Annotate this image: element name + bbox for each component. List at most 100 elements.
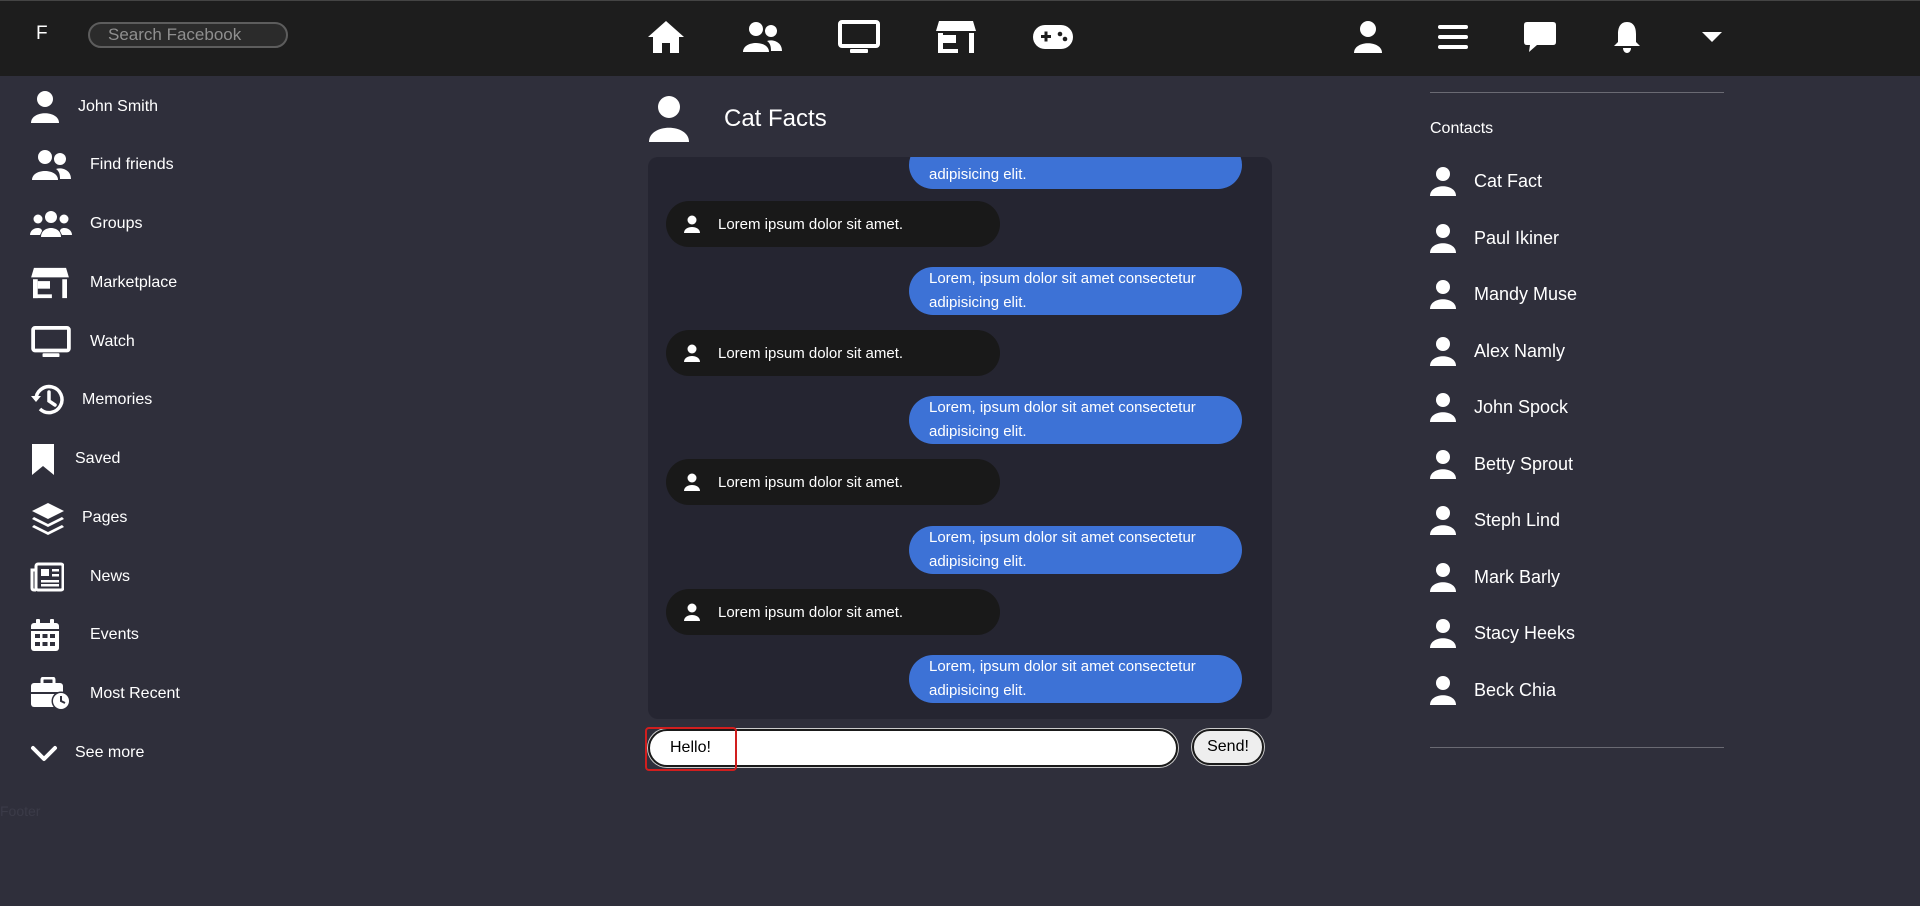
contact-avatar-icon	[1430, 223, 1474, 253]
history-icon	[30, 383, 82, 417]
nav-gaming-button[interactable]	[1031, 17, 1075, 57]
contact-avatar-icon	[1430, 562, 1474, 592]
chevron-down-icon	[30, 743, 75, 763]
message-text: Lorem ipsum dolor sit amet.	[718, 473, 904, 491]
highlight-annotation-box	[645, 727, 737, 771]
contact-item[interactable]: Stacy Heeks	[1430, 613, 1575, 653]
contact-item[interactable]: Alex Namly	[1430, 331, 1565, 371]
contact-name: Paul Ikiner	[1474, 227, 1560, 248]
sidebar-item-news[interactable]: News	[30, 555, 130, 599]
nav-marketplace-button[interactable]	[934, 17, 978, 57]
sidebar-item-groups[interactable]: Groups	[30, 202, 142, 246]
menu-button[interactable]	[1431, 17, 1475, 57]
contact-avatar-icon	[1430, 166, 1474, 196]
sidebar-item-memories[interactable]: Memories	[30, 378, 152, 422]
message-bubble-incoming: Lorem ipsum dolor sit amet.	[666, 589, 1000, 635]
sender-avatar-icon	[666, 473, 718, 491]
notifications-button[interactable]	[1605, 17, 1649, 57]
send-button[interactable]: Send!	[1192, 729, 1264, 765]
sidebar-item-pages[interactable]: Pages	[30, 496, 127, 540]
search-input[interactable]	[88, 22, 288, 48]
message-text: Lorem ipsum dolor sit amet.	[718, 344, 904, 362]
sidebar-item-label: Find friends	[90, 156, 174, 173]
message-bubble-outgoing: Lorem, ipsum dolor sit amet consectetur a…	[909, 396, 1242, 444]
sidebar-item-most-recent[interactable]: Most Recent	[30, 672, 180, 716]
footer-text: Footer	[0, 803, 41, 819]
contact-item[interactable]: Cat Fact	[1430, 161, 1542, 201]
message-bubble-outgoing: Lorem, ipsum dolor sit amet consectetur a…	[909, 526, 1242, 574]
contact-item[interactable]: Mandy Muse	[1430, 274, 1577, 314]
contact-item[interactable]: Mark Barly	[1430, 557, 1560, 597]
briefcase-clock-icon	[30, 677, 90, 711]
marketplace-icon	[936, 21, 976, 53]
profile-icon	[1354, 21, 1382, 53]
profile-button[interactable]	[1346, 17, 1390, 57]
user-icon	[30, 90, 78, 124]
message-text: Lorem ipsum dolor sit amet.	[718, 215, 904, 233]
groups-icon	[30, 209, 90, 239]
sidebar-item-label: Marketplace	[90, 274, 178, 291]
sidebar-see-more[interactable]: See more	[30, 731, 144, 775]
sender-avatar-icon	[666, 215, 718, 233]
contact-item[interactable]: Steph Lind	[1430, 500, 1560, 540]
sidebar-item-label: Saved	[75, 450, 121, 467]
sidebar-item-find-friends[interactable]: Find friends	[30, 143, 174, 187]
message-text-line: adipisicing elit.	[929, 553, 1027, 570]
brand-logo[interactable]: F	[36, 23, 48, 45]
account-dropdown-button[interactable]	[1690, 17, 1734, 57]
contact-item[interactable]: Beck Chia	[1430, 670, 1556, 710]
contact-avatar-icon	[1430, 279, 1474, 309]
nav-home-button[interactable]	[644, 17, 688, 57]
contact-name: Cat Fact	[1474, 170, 1543, 191]
sidebar-item-events[interactable]: Events	[30, 613, 139, 657]
contact-name: Steph Lind	[1474, 509, 1561, 530]
message-text-line: adipisicing elit.	[929, 423, 1027, 440]
marketplace-icon	[30, 266, 90, 300]
contact-name: Beck Chia	[1474, 679, 1557, 700]
watch-icon	[838, 20, 880, 53]
message-text: adipisicing elit.	[929, 166, 1027, 183]
sidebar-item-profile[interactable]: John Smith	[30, 85, 158, 129]
message-bubble-incoming: Lorem ipsum dolor sit amet.	[666, 330, 1000, 376]
contact-avatar-icon	[1430, 675, 1474, 705]
sidebar-item-label: John Smith	[78, 98, 159, 115]
contact-avatar-icon	[1430, 449, 1474, 479]
chat-messages-panel[interactable]: adipisicing elit. Lorem ipsum dolor sit …	[648, 157, 1272, 719]
message-bubble-incoming: Lorem ipsum dolor sit amet.	[666, 201, 1000, 247]
sidebar-item-saved[interactable]: Saved	[30, 437, 120, 481]
sidebar-item-label: Events	[90, 626, 139, 643]
nav-watch-button[interactable]	[837, 17, 881, 57]
sidebar-item-watch[interactable]: Watch	[30, 320, 135, 364]
sender-avatar-icon	[666, 603, 718, 621]
messenger-icon	[1524, 22, 1556, 52]
watch-icon	[30, 326, 90, 358]
message-bubble-outgoing: Lorem, ipsum dolor sit amet consectetur a…	[909, 655, 1242, 703]
newspaper-icon	[30, 562, 90, 592]
message-text-line: adipisicing elit.	[929, 682, 1027, 699]
bookmark-icon	[30, 442, 75, 476]
contact-name: Mandy Muse	[1474, 283, 1578, 304]
contact-item[interactable]: Betty Sprout	[1430, 444, 1573, 484]
top-navigation-bar: F	[0, 0, 1920, 76]
contact-item[interactable]: John Spock	[1430, 387, 1568, 427]
contact-avatar-icon	[1430, 618, 1474, 648]
notifications-icon	[1614, 22, 1640, 53]
friends-icon	[30, 148, 90, 182]
nav-friends-button[interactable]	[740, 17, 784, 57]
contact-name: Stacy Heeks	[1474, 622, 1576, 643]
sidebar-item-marketplace[interactable]: Marketplace	[30, 261, 177, 305]
message-bubble-incoming: Lorem ipsum dolor sit amet.	[666, 459, 1000, 505]
contact-name: Betty Sprout	[1474, 453, 1574, 474]
message-text-line: Lorem, ipsum dolor sit amet consectetur	[929, 399, 1196, 416]
message-text-line: Lorem, ipsum dolor sit amet consectetur	[929, 529, 1196, 546]
message-text-line: Lorem, ipsum dolor sit amet consectetur	[929, 270, 1196, 287]
sidebar-item-label: Memories	[82, 391, 153, 408]
contact-avatar-icon	[1430, 392, 1474, 422]
menu-icon	[1438, 25, 1468, 49]
contact-avatar-icon	[1430, 505, 1474, 535]
contacts-heading: Contacts	[1430, 120, 1494, 137]
messenger-button[interactable]	[1518, 17, 1562, 57]
contact-avatar-icon	[1430, 336, 1474, 366]
contacts-bottom-divider	[1430, 747, 1724, 748]
contact-item[interactable]: Paul Ikiner	[1430, 218, 1559, 258]
